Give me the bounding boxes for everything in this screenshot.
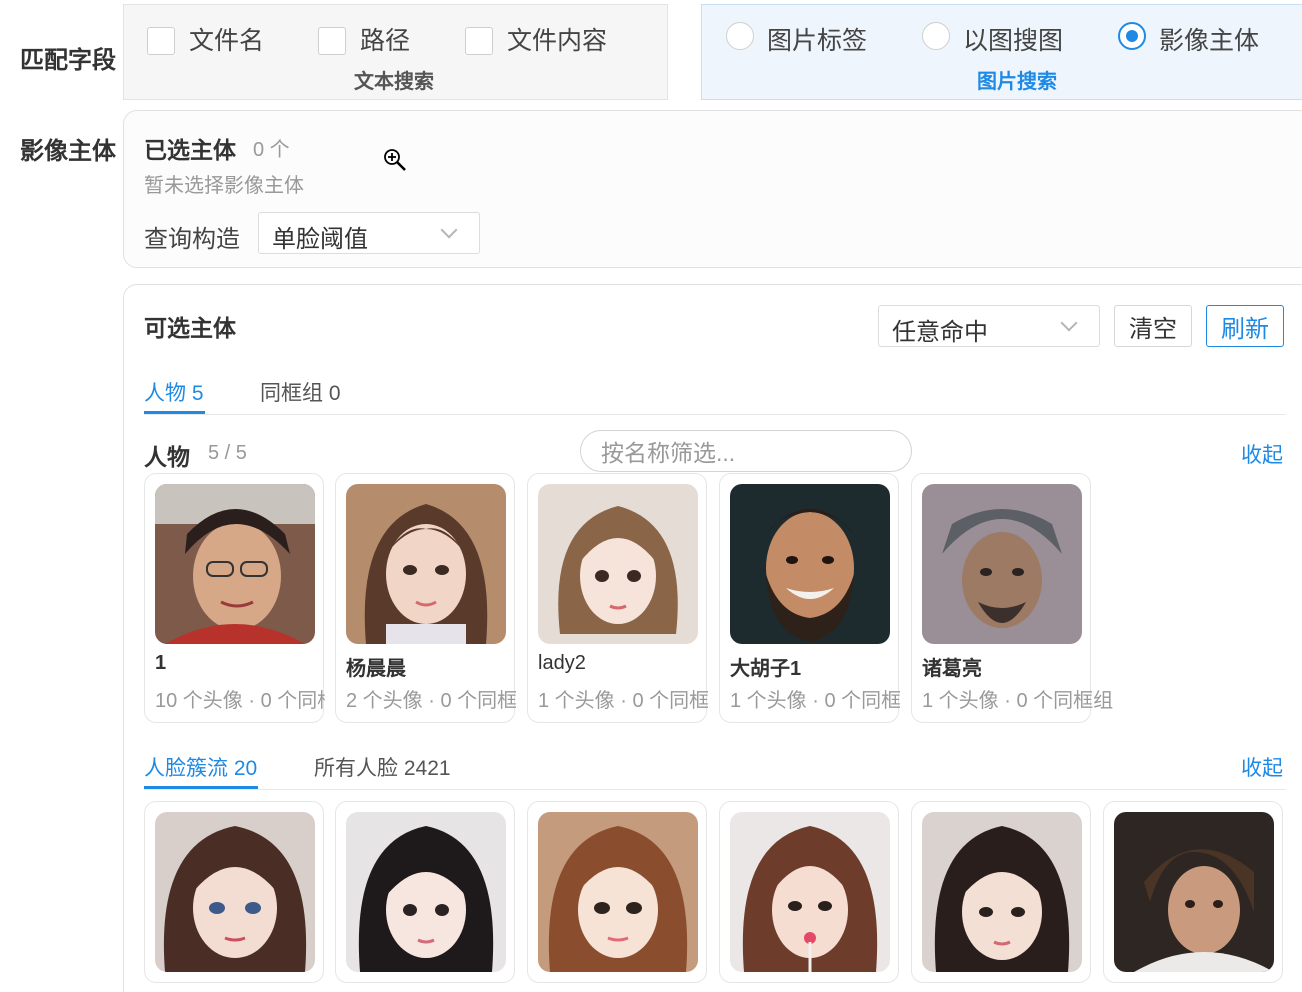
selected-count: 0 个: [253, 139, 290, 161]
selected-subject-panel: 已选主体 0 个 暂未选择影像主体 查询构造 单脸阈值: [123, 110, 1302, 268]
person-card[interactable]: lady2 1 个头像 · 0 个同框组: [527, 473, 708, 723]
clear-button[interactable]: 清空: [1114, 305, 1192, 347]
person-meta: 1 个头像 · 0 个同框组: [730, 690, 900, 712]
face-card[interactable]: [1103, 801, 1283, 983]
radio-image-tag-label[interactable]: 图片标签: [767, 21, 867, 57]
available-subject-panel: 可选主体 任意命中 清空 刷新 人物 5 同框组 0 人物 5 / 5 按名称筛…: [123, 284, 1302, 992]
people-section-count: 5 / 5: [208, 442, 247, 464]
people-filter-input[interactable]: 按名称筛选...: [580, 430, 912, 472]
refresh-button[interactable]: 刷新: [1206, 305, 1284, 347]
subject-label: 影像主体: [20, 138, 116, 165]
radio-image-tag[interactable]: [726, 22, 754, 50]
collapse-people-link[interactable]: 收起: [1241, 439, 1283, 469]
face-card[interactable]: [527, 801, 707, 983]
tab-all-faces[interactable]: 所有人脸 2421: [314, 752, 451, 782]
people-section-title: 人物: [144, 444, 190, 470]
person-name: 诸葛亮: [922, 658, 982, 680]
available-subject-title: 可选主体: [144, 315, 236, 341]
tab-face-clusters[interactable]: 人脸簇流 20: [144, 752, 257, 782]
face-avatar-3: [538, 812, 698, 972]
chevron-down-icon: [1060, 314, 1078, 332]
match-fields-label: 匹配字段: [20, 47, 116, 74]
face-card[interactable]: [144, 801, 324, 983]
face-avatar-5: [922, 812, 1082, 972]
checkbox-path[interactable]: [318, 27, 346, 55]
checkbox-filename-label[interactable]: 文件名: [189, 21, 264, 57]
tab-cooccur-groups[interactable]: 同框组 0: [260, 377, 341, 407]
match-mode-select[interactable]: 任意命中: [878, 305, 1100, 347]
text-search-caption: 文本搜索: [354, 71, 434, 93]
face-avatar-6: [1114, 812, 1274, 972]
face-card[interactable]: [719, 801, 899, 983]
query-construct-value: 单脸阈值: [272, 226, 368, 253]
tabs-divider: [144, 414, 1286, 415]
person-card[interactable]: 大胡子1 1 个头像 · 0 个同框组: [719, 473, 900, 723]
people-filter-placeholder: 按名称筛选...: [601, 440, 736, 466]
radio-image-subject-label[interactable]: 影像主体: [1159, 21, 1259, 57]
face-avatar-4: [730, 812, 890, 972]
empty-selection-text: 暂未选择影像主体: [144, 175, 304, 197]
radio-image-by-image[interactable]: [922, 22, 950, 50]
person-avatar-5: [922, 484, 1082, 644]
query-construct-select[interactable]: 单脸阈值: [258, 212, 480, 254]
face-avatar-2: [346, 812, 506, 972]
person-meta: 10 个头像 · 0 个同框组: [155, 690, 325, 712]
radio-image-subject[interactable]: [1118, 22, 1146, 50]
image-search-caption: 图片搜索: [977, 71, 1057, 93]
image-search-panel: 图片标签 以图搜图 影像主体 图片搜索: [701, 4, 1302, 100]
radio-image-by-image-label[interactable]: 以图搜图: [963, 21, 1063, 57]
selected-subject-title: 已选主体: [144, 137, 236, 163]
person-name: lady2: [538, 652, 586, 674]
person-name: 杨晨晨: [346, 658, 406, 680]
person-avatar-2: [346, 484, 506, 644]
checkbox-content[interactable]: [465, 27, 493, 55]
match-mode-value: 任意命中: [892, 319, 988, 346]
chevron-down-icon: [440, 221, 458, 239]
checkbox-content-label[interactable]: 文件内容: [507, 21, 607, 57]
person-meta: 1 个头像 · 0 个同框组: [538, 690, 708, 712]
tab-people[interactable]: 人物 5: [144, 377, 204, 407]
face-card[interactable]: [911, 801, 1091, 983]
face-avatar-1: [155, 812, 315, 972]
person-meta: 2 个头像 · 0 个同框组: [346, 690, 516, 712]
person-card[interactable]: 杨晨晨 2 个头像 · 0 个同框组: [335, 473, 516, 723]
person-card[interactable]: 1 10 个头像 · 0 个同框组: [144, 473, 325, 723]
person-meta: 1 个头像 · 0 个同框组: [922, 690, 1114, 712]
collapse-faces-link[interactable]: 收起: [1241, 752, 1283, 782]
person-avatar-4: [730, 484, 890, 644]
text-search-panel: 文件名 路径 文件内容 文本搜索: [123, 4, 668, 100]
checkbox-filename[interactable]: [147, 27, 175, 55]
face-tabs-divider: [144, 789, 1286, 790]
person-name: 1: [155, 652, 167, 674]
person-card[interactable]: 诸葛亮 1 个头像 · 0 个同框组: [911, 473, 1113, 723]
query-construct-label: 查询构造: [144, 226, 240, 253]
zoom-in-cursor-icon: [384, 149, 406, 171]
checkbox-path-label[interactable]: 路径: [360, 21, 410, 57]
person-avatar-3: [538, 484, 698, 644]
face-card[interactable]: [335, 801, 515, 983]
person-avatar-1: [155, 484, 315, 644]
person-name: 大胡子1: [730, 658, 802, 680]
